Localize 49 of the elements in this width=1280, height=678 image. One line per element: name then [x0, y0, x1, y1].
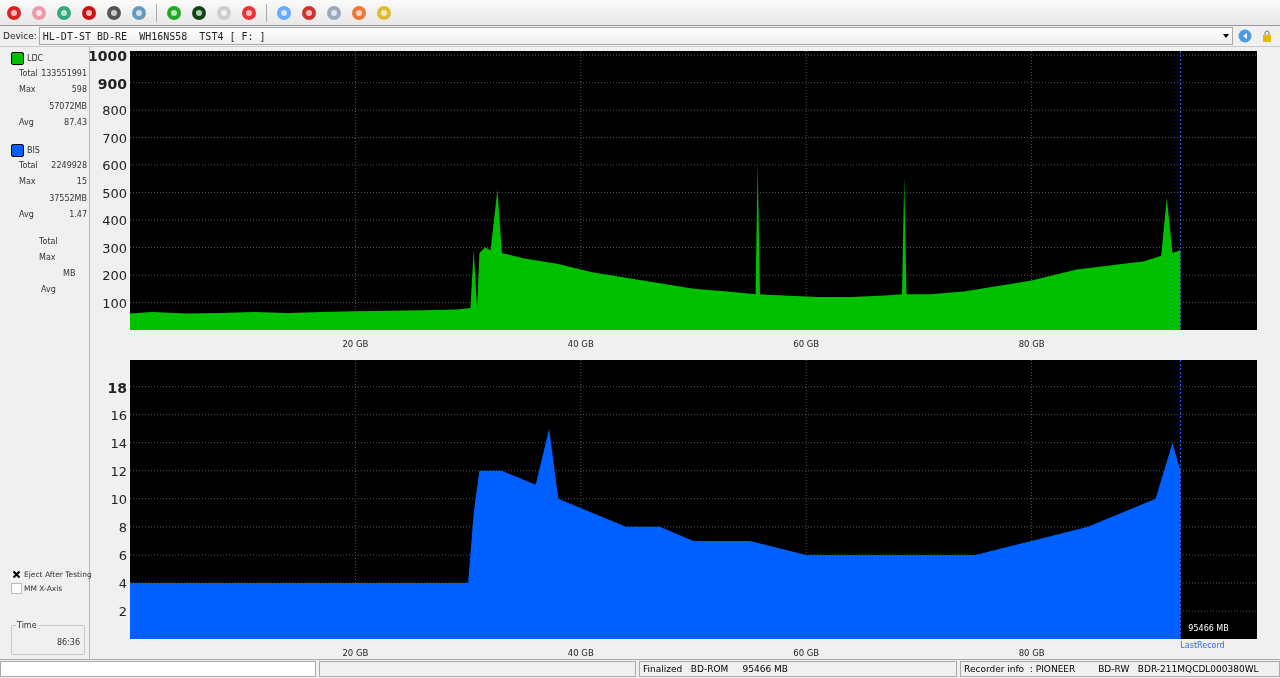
stat-value: 598	[70, 85, 87, 95]
y-tick-label: 200	[102, 268, 127, 283]
stat-value: 37552MB	[48, 193, 87, 203]
stat-label: MB	[62, 269, 77, 280]
stat-label: Max	[18, 177, 33, 187]
x-tick-label: 80 GB	[1018, 339, 1045, 349]
capacity-label: 95466 MB	[1188, 624, 1229, 633]
stat-label: Avg	[18, 118, 33, 128]
stat-label: Avg	[18, 210, 33, 220]
status-field: Finalized BD-ROM 95466 MB	[639, 661, 958, 677]
time-value: 86:36	[55, 638, 80, 647]
stat-value: 87.43	[63, 118, 87, 128]
y-tick-label: 16	[110, 407, 127, 423]
y-tick-label: 18	[107, 379, 127, 396]
x-tick-label: 60 GB	[793, 339, 820, 349]
y-tick-label: 300	[102, 240, 127, 256]
x-tick-label: 20 GB	[342, 648, 369, 658]
stat-label: Max	[18, 85, 33, 95]
y-tick-label: 10	[110, 491, 127, 507]
y-tick-label: 900	[97, 75, 127, 92]
x-tick-label: 20 GB	[342, 339, 369, 349]
legend-label: LDC	[27, 53, 44, 63]
stat-label: Max	[38, 253, 57, 264]
legend-label: BIS	[27, 145, 40, 155]
stat-label: Avg	[40, 285, 57, 296]
device-label: Device:	[3, 31, 37, 41]
y-tick-label: 14	[110, 435, 127, 451]
stat-label: Total	[38, 237, 59, 248]
x-tick-label: 80 GB	[1018, 648, 1045, 658]
x-tick-label: 40 GB	[567, 648, 594, 658]
y-tick-label: 4	[118, 575, 127, 591]
y-tick-label: 800	[102, 103, 127, 119]
y-tick-label: 2	[118, 603, 127, 619]
x-tick-label: 60 GB	[793, 648, 820, 658]
x-tick-label: 40 GB	[567, 339, 594, 349]
status-field: Recorder info : PIONEER BD-RW BDR-211MQCDL000380WL	[960, 661, 1280, 677]
stat-value: 57072MB	[48, 101, 87, 111]
y-tick-label: 700	[102, 130, 127, 146]
y-tick-label: 100	[102, 295, 127, 311]
stat-value: 15	[75, 177, 87, 187]
y-tick-label: 12	[110, 463, 127, 479]
y-tick-label: 6	[118, 547, 127, 563]
time-label: Time	[16, 621, 38, 630]
y-tick-label: 400	[102, 213, 127, 229]
y-tick-label: 600	[102, 158, 127, 174]
y-tick-label: 1000	[90, 48, 127, 65]
y-tick-label: 8	[118, 519, 127, 535]
y-tick-label: 500	[102, 185, 127, 201]
stat-value: 1.47	[68, 210, 87, 220]
